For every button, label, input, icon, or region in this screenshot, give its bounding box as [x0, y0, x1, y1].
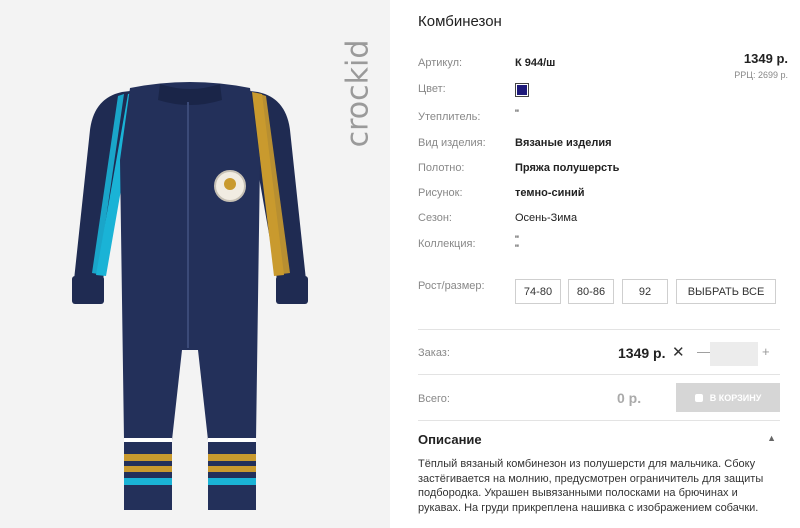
season-label: Сезон: — [418, 212, 452, 224]
quantity-decrease-button[interactable]: — — [697, 343, 711, 359]
season-value: Осень-Зима — [515, 212, 578, 224]
quantity-increase-button[interactable]: + — [762, 344, 770, 359]
quantity-input[interactable] — [710, 342, 758, 366]
size-option-80-86[interactable]: 80-86 — [568, 279, 614, 304]
color-label: Цвет: — [418, 83, 446, 95]
total-value: 0 р. — [617, 390, 642, 406]
total-label: Всего: — [418, 393, 450, 405]
divider — [418, 329, 780, 330]
size-option-74-80[interactable]: 74-80 — [515, 279, 561, 304]
collapse-caret-icon[interactable]: ▲ — [767, 433, 776, 443]
description-heading[interactable]: Описание — [418, 432, 482, 447]
fabric-value: Пряжа полушерсть — [515, 162, 620, 174]
collection-value-2: " — [515, 243, 519, 255]
add-to-cart-label: В КОРЗИНУ — [709, 392, 762, 403]
size-label: Рост/размер: — [418, 280, 485, 292]
insulation-label: Утеплитель: — [418, 111, 481, 123]
article-label: Артикул: — [418, 57, 463, 69]
cart-bag-icon — [694, 393, 703, 402]
divider — [418, 374, 780, 375]
fabric-label: Полотно: — [418, 162, 465, 174]
divider — [418, 420, 780, 421]
collection-label: Коллекция: — [418, 238, 476, 250]
description-text: Тёплый вязаный комбинезон из полушерсти … — [418, 458, 764, 514]
type-label: Вид изделия: — [418, 137, 486, 149]
article-value: К 944/ш — [515, 57, 556, 69]
size-option-92[interactable]: 92 — [622, 279, 668, 304]
product-image — [72, 82, 308, 510]
type-value: Вязаные изделия — [515, 137, 612, 149]
multiply-icon: ✕ — [672, 344, 685, 361]
color-swatch[interactable] — [515, 83, 529, 97]
insulation-value: " — [515, 108, 519, 120]
product-image-panel: crockid — [0, 0, 390, 528]
order-label: Заказ: — [418, 347, 450, 359]
select-all-button[interactable]: ВЫБРАТЬ ВСЕ — [676, 279, 776, 304]
add-to-cart-button[interactable]: В КОРЗИНУ — [676, 383, 780, 412]
product-rrp: РРЦ: 2699 р. — [734, 70, 788, 80]
pattern-label: Рисунок: — [418, 187, 463, 199]
product-title: Комбинезон — [418, 13, 502, 30]
pattern-value: темно-синий — [515, 187, 585, 199]
order-price: 1349 р. — [618, 345, 666, 361]
brand-logo: crockid — [340, 39, 376, 147]
product-price: 1349 р. — [743, 51, 788, 66]
